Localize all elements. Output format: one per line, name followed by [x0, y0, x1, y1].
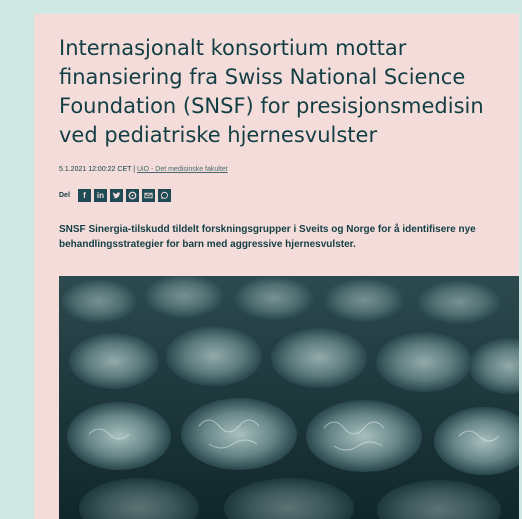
article-card: Internasjonalt konsortium mottar finansi… [34, 14, 519, 519]
facebook-icon[interactable]: f [77, 189, 91, 202]
article-title: Internasjonalt konsortium mottar finansi… [59, 36, 484, 147]
pinterest-icon[interactable] [125, 189, 139, 202]
share-bar: Del f in [59, 189, 171, 202]
twitter-icon[interactable] [109, 189, 123, 202]
article-meta: 5.1.2021 12:00:22 CET | UiO - Det medisi… [59, 166, 228, 173]
email-icon[interactable] [141, 189, 155, 202]
brain-mri-image [59, 276, 519, 519]
share-label: Del [59, 192, 70, 199]
linkedin-icon[interactable]: in [93, 189, 107, 202]
source-link[interactable]: UiO - Det medisinske fakultet [137, 166, 228, 173]
whatsapp-icon[interactable] [157, 189, 171, 202]
publish-datetime: 5.1.2021 12:00:22 CET [59, 166, 132, 173]
article-lead: SNSF Sinergia-tilskudd tildelt forskning… [59, 224, 476, 250]
